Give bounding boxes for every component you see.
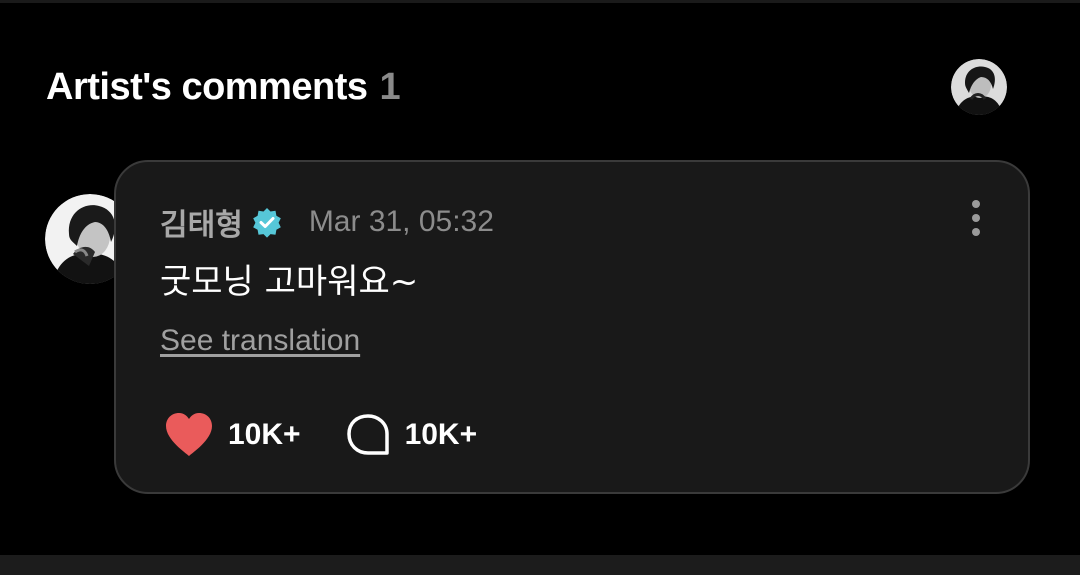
comment-card: 김태형 Mar 31, 05:32 굿모닝 고마워요~ See translat…	[114, 160, 1030, 494]
author-name[interactable]: 김태형	[160, 200, 243, 244]
comment-count: 1	[379, 66, 401, 108]
comment-actions: 10K+ 10K+	[164, 412, 477, 458]
more-vertical-icon	[972, 200, 980, 236]
comment-timestamp: Mar 31, 05:32	[308, 205, 494, 238]
top-divider	[0, 0, 1080, 3]
section-header: Artist's comments 1	[46, 66, 401, 109]
comment-meta: 김태형 Mar 31, 05:32	[160, 200, 494, 244]
avatar-portrait-icon	[951, 59, 1007, 115]
more-options-button[interactable]	[956, 196, 996, 240]
section-title: Artist's comments	[46, 66, 368, 108]
like-button[interactable]: 10K+	[164, 412, 301, 458]
like-count: 10K+	[228, 418, 301, 451]
see-translation-link[interactable]: See translation	[160, 324, 360, 358]
bottom-divider	[0, 555, 1080, 575]
artist-avatar-small[interactable]	[951, 59, 1007, 115]
verified-badge-icon	[251, 206, 283, 238]
reply-button[interactable]: 10K+	[345, 413, 478, 457]
reply-count: 10K+	[404, 418, 478, 451]
comment-body: 굿모닝 고마워요~	[160, 262, 419, 302]
speech-bubble-icon	[346, 414, 389, 455]
heart-icon	[166, 413, 212, 456]
